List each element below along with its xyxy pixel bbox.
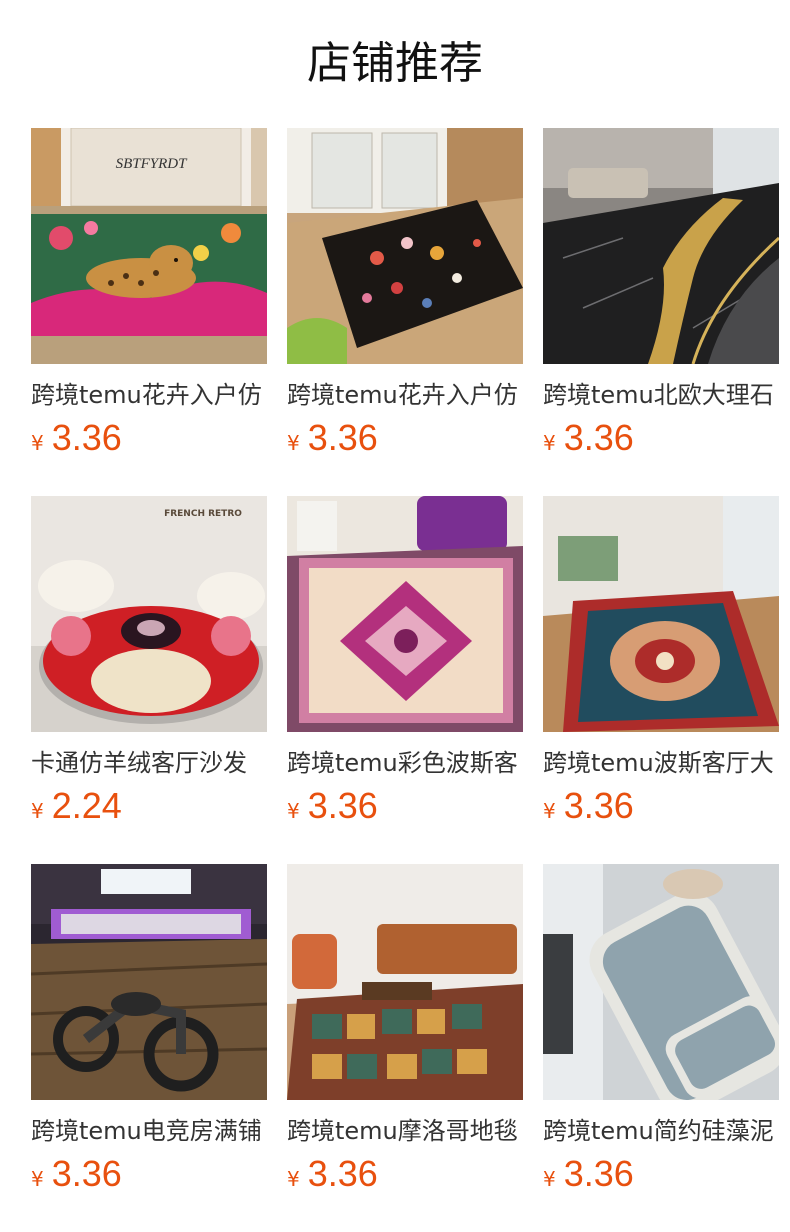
price-value: 3.36	[563, 785, 634, 826]
product-card[interactable]: 跨境temu简约硅藻泥 ¥3.36	[543, 864, 779, 1201]
price-value: 2.24	[51, 785, 122, 826]
product-price: ¥3.36	[31, 418, 267, 465]
product-name[interactable]: 跨境temu花卉入户仿	[287, 378, 523, 412]
product-card[interactable]: 跨境temu北欧大理石 ¥3.36	[543, 128, 779, 465]
price-value: 3.36	[307, 785, 378, 826]
currency-symbol: ¥	[287, 431, 300, 455]
product-name[interactable]: 跨境temu花卉入户仿	[31, 378, 267, 412]
product-price: ¥3.36	[543, 418, 779, 465]
blue-persian-rug-image[interactable]	[543, 496, 779, 732]
currency-symbol: ¥	[543, 431, 556, 455]
currency-symbol: ¥	[543, 1167, 556, 1191]
currency-symbol: ¥	[31, 431, 44, 455]
brand-text: FRENCH RETRO	[164, 509, 242, 519]
motorcycle-gaming-rug-image[interactable]	[31, 864, 267, 1100]
cartoon-bear-round-rug-image[interactable]: FRENCH RETRO	[31, 496, 267, 732]
product-name[interactable]: 跨境temu北欧大理石	[543, 378, 779, 412]
currency-symbol: ¥	[543, 799, 556, 823]
product-name[interactable]: 跨境temu摩洛哥地毯	[287, 1114, 523, 1148]
marble-gold-rug-image[interactable]	[543, 128, 779, 364]
product-card[interactable]: 跨境temu彩色波斯客 ¥3.36	[287, 496, 523, 833]
price-value: 3.36	[563, 417, 634, 458]
leopard-floral-rug-image[interactable]: SBTFYRDT	[31, 128, 267, 364]
product-price: ¥3.36	[287, 418, 523, 465]
product-card[interactable]: 跨境temu花卉入户仿 ¥3.36	[287, 128, 523, 465]
price-value: 3.36	[307, 417, 378, 458]
product-card[interactable]: SBTFYRDT 跨境temu花卉入户仿 ¥3.36	[31, 128, 267, 465]
brand-text: SBTFYRDT	[116, 156, 189, 172]
product-price: ¥3.36	[287, 786, 523, 833]
product-card[interactable]: 跨境temu摩洛哥地毯 ¥3.36	[287, 864, 523, 1201]
currency-symbol: ¥	[287, 799, 300, 823]
price-value: 3.36	[563, 1153, 634, 1194]
product-card[interactable]: 跨境temu波斯客厅大 ¥3.36	[543, 496, 779, 833]
price-value: 3.36	[51, 417, 122, 458]
product-card[interactable]: 跨境temu电竞房满铺 ¥3.36	[31, 864, 267, 1201]
price-value: 3.36	[51, 1153, 122, 1194]
product-name[interactable]: 跨境temu波斯客厅大	[543, 746, 779, 780]
product-price: ¥2.24	[31, 786, 267, 833]
product-name[interactable]: 跨境temu电竞房满铺	[31, 1114, 267, 1148]
currency-symbol: ¥	[31, 799, 44, 823]
product-name[interactable]: 跨境temu彩色波斯客	[287, 746, 523, 780]
product-card[interactable]: FRENCH RETRO 卡通仿羊绒客厅沙发 ¥2.24	[31, 496, 267, 833]
product-price: ¥3.36	[543, 1154, 779, 1201]
currency-symbol: ¥	[31, 1167, 44, 1191]
product-name[interactable]: 卡通仿羊绒客厅沙发	[31, 746, 267, 780]
black-floral-doormat-image[interactable]	[287, 128, 523, 364]
product-price: ¥3.36	[287, 1154, 523, 1201]
product-name[interactable]: 跨境temu简约硅藻泥	[543, 1114, 779, 1148]
product-price: ¥3.36	[543, 786, 779, 833]
product-price: ¥3.36	[31, 1154, 267, 1201]
currency-symbol: ¥	[287, 1167, 300, 1191]
pink-persian-rug-image[interactable]	[287, 496, 523, 732]
diatom-kitchen-mat-image[interactable]	[543, 864, 779, 1100]
moroccan-patchwork-rug-image[interactable]	[287, 864, 523, 1100]
price-value: 3.36	[307, 1153, 378, 1194]
section-title: 店铺推荐	[307, 38, 483, 89]
